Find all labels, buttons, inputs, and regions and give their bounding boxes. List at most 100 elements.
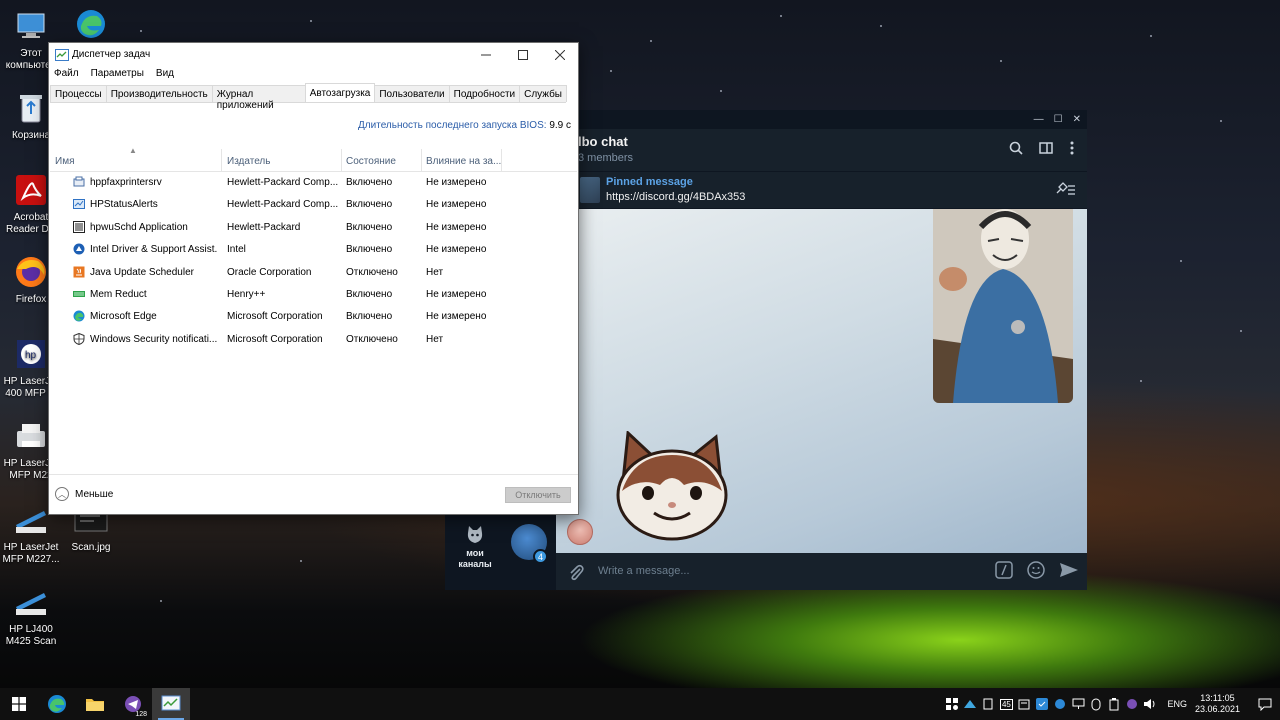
table-row[interactable]: Mem Reduct Henry++ Включено Не измерено — [50, 284, 577, 306]
table-row[interactable]: Windows Security notificati... Microsoft… — [50, 329, 577, 351]
attach-icon[interactable] — [568, 563, 584, 584]
pinned-message-bar[interactable]: Pinned message https://discord.gg/4BDAx3… — [576, 172, 1087, 209]
volume-icon[interactable] — [1141, 688, 1159, 720]
column-impact[interactable]: Влияние на за... — [426, 156, 501, 167]
hp-schedule-icon — [73, 220, 85, 233]
tray-blue-app-icon[interactable] — [1033, 688, 1051, 720]
scanner-icon — [11, 582, 51, 622]
clock[interactable]: 13:11:05 23.06.2021 — [1195, 693, 1240, 715]
tab-users[interactable]: Пользователи — [374, 85, 450, 102]
tray-mouse-icon[interactable] — [1087, 688, 1105, 720]
chat-title[interactable]: lbo chat — [578, 134, 628, 149]
bios-time-label: Длительность последнего запуска BIOS: — [358, 120, 547, 131]
menu-view[interactable]: Вид — [156, 68, 174, 79]
taskbar: 128 45 ENG 13:11:05 23.06.2021 — [0, 688, 1280, 720]
fewer-details-button[interactable]: ︿ Меньше — [55, 487, 113, 501]
menu-file[interactable]: Файл — [54, 68, 79, 79]
tray-counter-icon[interactable]: 45 — [997, 688, 1015, 720]
pin-list-icon[interactable] — [1055, 182, 1075, 199]
maximize-icon[interactable]: ☐ — [1054, 114, 1063, 125]
minimize-icon — [480, 54, 491, 56]
bios-time-value: 9.9 с — [549, 120, 571, 131]
sidebar-toggle-icon[interactable] — [1039, 141, 1053, 158]
tab-services[interactable]: Службы — [519, 85, 567, 102]
task-manager-titlebar[interactable]: Диспетчер задач — [49, 43, 578, 67]
clock-time: 13:11:05 — [1200, 693, 1235, 703]
pinned-thumbnail — [580, 177, 600, 203]
tab-details[interactable]: Подробности — [448, 85, 521, 102]
search-icon[interactable] — [1009, 141, 1023, 158]
send-icon[interactable] — [1059, 561, 1079, 582]
edge-icon — [73, 310, 85, 322]
firefox-icon — [11, 252, 51, 292]
taskbar-file-explorer[interactable] — [76, 688, 114, 720]
notifications-button[interactable] — [1250, 688, 1280, 720]
column-publisher[interactable]: Издатель — [227, 156, 270, 167]
user-avatar[interactable] — [567, 519, 593, 545]
input-language[interactable]: ENG — [1167, 699, 1187, 709]
emoji-icon[interactable] — [1027, 561, 1045, 582]
masked-person-image — [933, 209, 1073, 403]
tray-monitor-icon[interactable] — [1069, 688, 1087, 720]
column-divider[interactable] — [421, 149, 422, 171]
column-state[interactable]: Состояние — [346, 156, 396, 167]
maximize-button[interactable] — [504, 43, 541, 67]
menu-options[interactable]: Параметры — [91, 68, 144, 79]
table-row[interactable]: HPStatusAlerts Hewlett-Packard Comp... В… — [50, 194, 577, 216]
minimize-button[interactable] — [467, 43, 504, 67]
desktop-icon-edge[interactable] — [60, 4, 122, 46]
tray-clipboard-icon[interactable] — [1015, 688, 1033, 720]
close-button[interactable] — [541, 43, 578, 67]
tray-network-share-icon[interactable] — [961, 688, 979, 720]
photo-message[interactable] — [933, 209, 1073, 403]
table-row[interactable]: Intel Driver & Support Assist... Intel В… — [50, 239, 577, 261]
table-row[interactable]: Microsoft Edge Microsoft Corporation Вкл… — [50, 306, 577, 328]
fewer-details-label: Меньше — [75, 488, 114, 500]
tray-telegram-icon[interactable] — [1123, 688, 1141, 720]
tray-hp-icon[interactable] — [1051, 688, 1069, 720]
java-icon — [73, 266, 85, 278]
column-divider[interactable] — [221, 149, 222, 171]
table-row[interactable]: Java Update Scheduler Oracle Corporation… — [50, 262, 577, 284]
task-manager-icon — [161, 695, 181, 711]
printer-icon — [11, 416, 51, 456]
tray-usb-icon[interactable] — [979, 688, 997, 720]
table-row[interactable]: hppfaxprintersrv Hewlett-Packard Comp...… — [50, 172, 577, 194]
edge-icon — [48, 695, 66, 713]
task-manager-window[interactable]: Диспетчер задач Файл Параметры Вид Проце… — [48, 42, 579, 515]
taskbar-task-manager[interactable] — [152, 688, 190, 720]
minimize-icon[interactable]: — — [1034, 114, 1044, 125]
tab-app-history[interactable]: Журнал приложений — [211, 85, 306, 111]
taskbar-telegram[interactable]: 128 — [114, 688, 152, 720]
table-row[interactable]: hpwuSchd Application Hewlett-Packard Вкл… — [50, 217, 577, 239]
svg-text:hp: hp — [25, 350, 37, 361]
recycle-bin-icon — [11, 88, 51, 128]
pinned-link[interactable]: https://discord.gg/4BDAx353 — [606, 191, 745, 203]
column-divider[interactable] — [501, 149, 502, 171]
fax-printer-icon — [73, 176, 85, 187]
close-icon[interactable]: ✕ — [1073, 114, 1081, 125]
tab-performance[interactable]: Производительность — [105, 85, 213, 102]
bot-commands-icon[interactable] — [995, 561, 1013, 582]
window-title: Диспетчер задач — [72, 49, 151, 60]
taskbar-edge[interactable] — [38, 688, 76, 720]
desktop-icon-hp-lj400-scan[interactable]: HP LJ400 M425 Scan — [0, 582, 62, 648]
more-options-icon[interactable] — [1069, 141, 1075, 158]
disable-button[interactable]: Отключить — [505, 487, 571, 503]
my-channels-folder[interactable]: мои каналы — [451, 525, 499, 570]
start-button[interactable] — [0, 688, 38, 720]
column-name[interactable]: Имя — [55, 156, 74, 167]
task-manager-footer: ︿ Меньше Отключить — [49, 474, 578, 514]
tray-battery-icon[interactable] — [1105, 688, 1123, 720]
notification-icon — [1258, 698, 1272, 711]
tray-app-icon[interactable] — [943, 688, 961, 720]
cat-sticker[interactable] — [614, 431, 730, 543]
tab-startup[interactable]: Автозагрузка — [304, 83, 376, 102]
tab-processes[interactable]: Процессы — [50, 85, 107, 102]
column-divider[interactable] — [341, 149, 342, 171]
chevron-up-icon: ︿ — [55, 487, 69, 501]
message-input[interactable]: Write a message... — [598, 565, 690, 577]
startup-table: hppfaxprintersrv Hewlett-Packard Comp...… — [50, 172, 577, 351]
chat-messages-area[interactable] — [556, 209, 1087, 553]
hp-laserjet-icon: hp — [11, 334, 51, 374]
